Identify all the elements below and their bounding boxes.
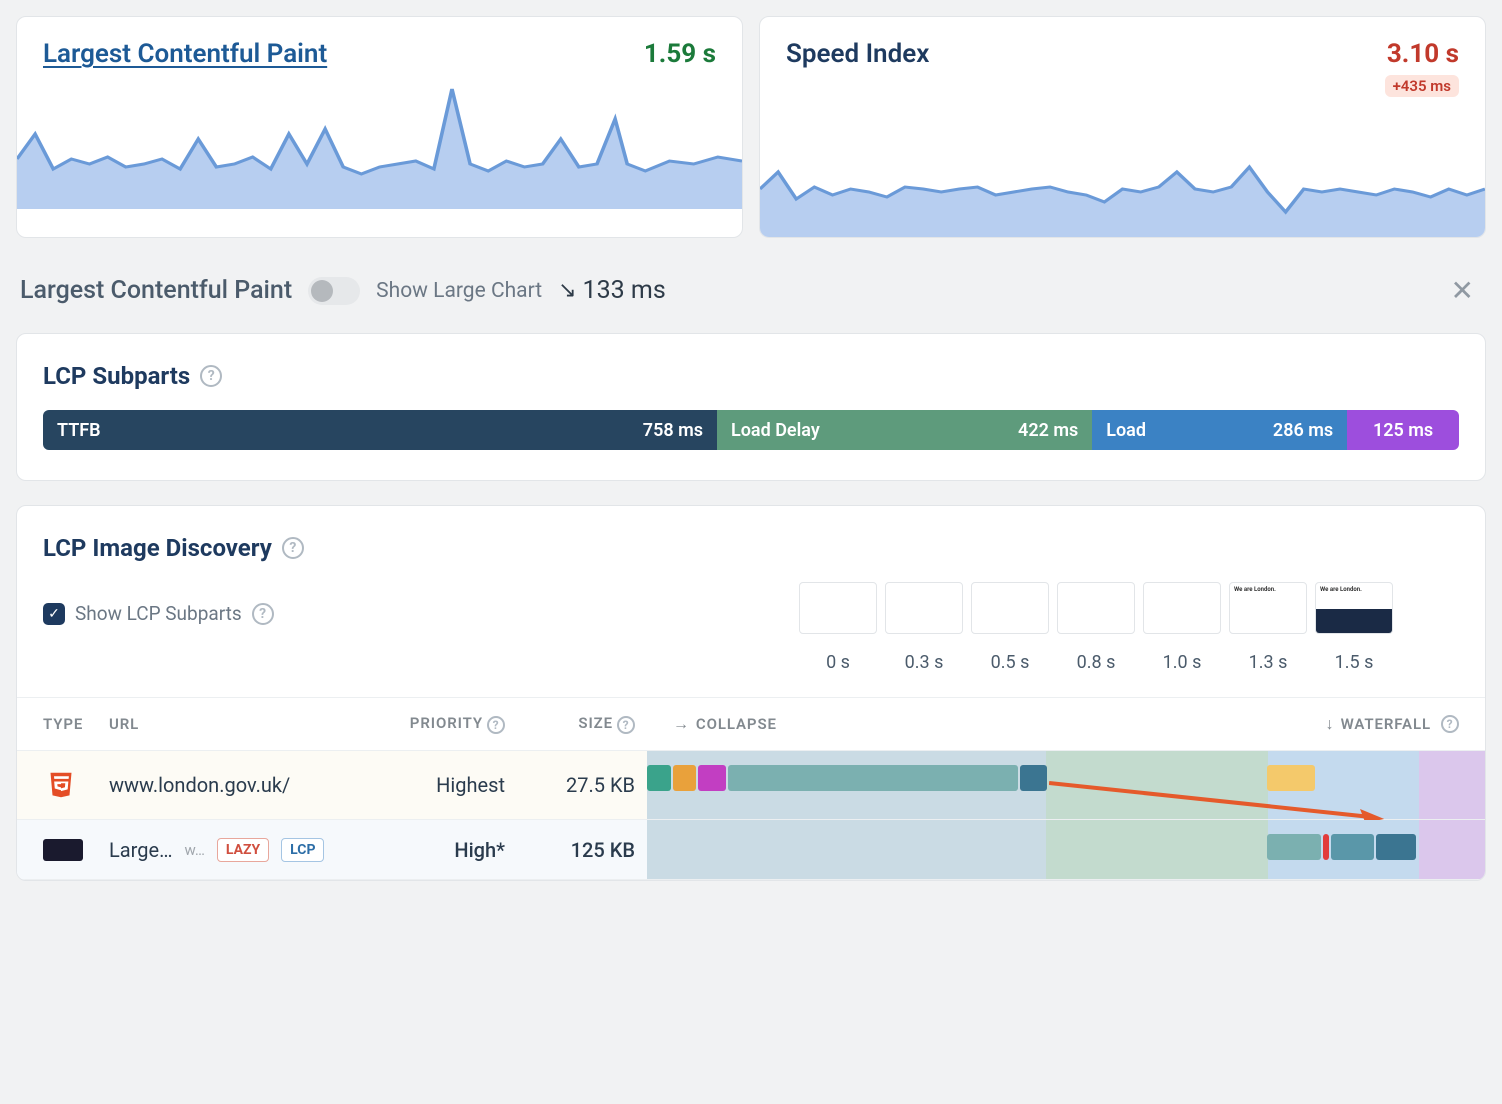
row-priority: Highest xyxy=(377,751,517,820)
lcp-value: 1.59 s xyxy=(644,39,716,69)
lcp-title[interactable]: Largest Contentful Paint xyxy=(43,39,327,69)
filmstrip: We are London. We are London. 0 s 0.3 s … xyxy=(799,582,1459,673)
filmstrip-thumb[interactable] xyxy=(799,582,877,634)
filmstrip-time: 0.3 s xyxy=(885,652,963,673)
table-row[interactable]: www.london.gov.uk/ Highest 27.5 KB xyxy=(17,751,1485,820)
lcp-subparts-panel: LCP Subparts ? TTFB 758 ms Load Delay 42… xyxy=(16,333,1486,481)
row-size: 27.5 KB xyxy=(517,751,647,820)
html5-icon xyxy=(43,767,79,803)
si-sparkline xyxy=(760,107,1485,237)
row-url: www.london.gov.uk/ xyxy=(109,773,290,797)
table-row[interactable]: Large… w… LAZY LCP High* 125 KB xyxy=(17,820,1485,880)
filmstrip-time: 1.3 s xyxy=(1229,652,1307,673)
filmstrip-time: 1.5 s xyxy=(1315,652,1393,673)
filmstrip-time: 1.0 s xyxy=(1143,652,1221,673)
lazy-pill: LAZY xyxy=(217,838,269,862)
lcp-pill: LCP xyxy=(281,838,324,862)
col-waterfall[interactable]: → COLLAPSE ↓ WATERFALL ? xyxy=(647,698,1485,751)
filmstrip-thumb[interactable] xyxy=(1057,582,1135,634)
subpart-label: Load xyxy=(1106,420,1146,441)
filmstrip-thumb[interactable] xyxy=(971,582,1049,634)
row-url-sub: w… xyxy=(184,841,204,859)
help-icon: ? xyxy=(617,716,635,734)
row-waterfall xyxy=(647,751,1485,820)
image-icon xyxy=(43,839,83,861)
show-subparts-checkbox[interactable]: ✓ xyxy=(43,603,65,625)
filmstrip-thumb[interactable] xyxy=(1143,582,1221,634)
subpart-value: 422 ms xyxy=(1018,420,1078,441)
col-url: URL xyxy=(97,698,377,751)
speed-index-card[interactable]: Speed Index 3.10 s +435 ms xyxy=(759,16,1486,238)
row-size: 125 KB xyxy=(517,820,647,880)
checkbox-label: Show LCP Subparts xyxy=(75,602,242,625)
row-priority: High* xyxy=(377,820,517,880)
row-url: Large… xyxy=(109,838,172,862)
trend-down-icon: ↘ xyxy=(558,278,576,303)
subparts-title: LCP Subparts xyxy=(43,362,190,390)
subpart-label: Load Delay xyxy=(731,420,820,441)
collapse-button[interactable]: → COLLAPSE xyxy=(673,714,777,734)
waterfall-table: TYPE URL PRIORITY? SIZE? → COLLAPSE xyxy=(17,697,1485,880)
arrow-down-icon: ↓ xyxy=(1326,714,1335,734)
si-delta-badge: +435 ms xyxy=(1385,75,1459,97)
filmstrip-time: 0.8 s xyxy=(1057,652,1135,673)
subpart-value: 125 ms xyxy=(1373,420,1433,441)
large-chart-toggle[interactable] xyxy=(308,277,360,305)
subpart-value: 286 ms xyxy=(1273,420,1333,441)
filmstrip-time: 0 s xyxy=(799,652,877,673)
help-icon: ? xyxy=(1441,715,1459,733)
help-icon[interactable]: ? xyxy=(282,537,304,559)
lcp-card[interactable]: Largest Contentful Paint 1.59 s xyxy=(16,16,743,238)
discovery-title: LCP Image Discovery xyxy=(43,534,272,562)
si-title: Speed Index xyxy=(786,39,929,69)
col-type: TYPE xyxy=(17,698,97,751)
row-waterfall xyxy=(647,820,1485,880)
filmstrip-thumb[interactable]: We are London. xyxy=(1315,582,1393,634)
filmstrip-thumb[interactable] xyxy=(885,582,963,634)
col-size[interactable]: SIZE? xyxy=(517,698,647,751)
lcp-discovery-panel: LCP Image Discovery ? ✓ Show LCP Subpart… xyxy=(16,505,1486,881)
toggle-label: Show Large Chart xyxy=(376,279,542,303)
help-icon[interactable]: ? xyxy=(200,365,222,387)
filmstrip-time: 0.5 s xyxy=(971,652,1049,673)
subpart-label: TTFB xyxy=(57,420,101,441)
subparts-bar: TTFB 758 ms Load Delay 422 ms Load 286 m… xyxy=(43,410,1459,450)
filmstrip-thumb[interactable]: We are London. xyxy=(1229,582,1307,634)
help-icon[interactable]: ? xyxy=(252,603,274,625)
subpart-value: 758 ms xyxy=(643,420,703,441)
col-priority[interactable]: PRIORITY? xyxy=(377,698,517,751)
si-value: 3.10 s xyxy=(1385,39,1459,69)
toggle-knob xyxy=(311,280,333,302)
arrow-right-icon: → xyxy=(673,714,690,734)
close-icon[interactable]: ✕ xyxy=(1443,270,1482,311)
trend-value: 133 ms xyxy=(583,276,666,305)
lcp-sparkline xyxy=(17,79,742,209)
detail-title: Largest Contentful Paint xyxy=(20,276,292,305)
help-icon: ? xyxy=(487,716,505,734)
